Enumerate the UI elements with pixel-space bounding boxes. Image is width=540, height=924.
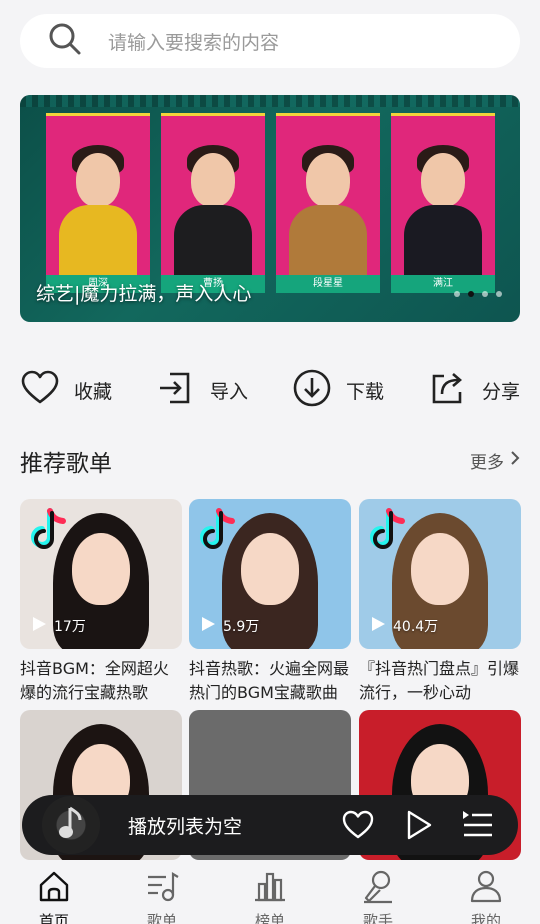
favorite-button[interactable]: 收藏 — [20, 368, 112, 412]
home-screen: 请输入要搜索的内容 周深 曹扬 段星星 满江 综艺|魔力拉满，声入人心 收藏 导入 下… — [0, 0, 540, 924]
banner-decoration — [20, 95, 520, 107]
player-like-button[interactable] — [338, 805, 378, 845]
bottom-tab-bar: 首页 歌单 榜单 歌手 我的 — [0, 862, 540, 924]
play-count: 40.4万 — [369, 615, 438, 637]
play-count-value: 17万 — [54, 619, 86, 635]
section-title: 推荐歌单 — [20, 451, 112, 477]
playlist-queue-button[interactable] — [458, 805, 498, 845]
playlist-name: 抖音热歌：火遍全网最热门的BGM宝藏歌曲 — [189, 659, 350, 702]
share-label: 分享 — [481, 380, 520, 403]
banner-artist-card: 满江 — [391, 113, 495, 293]
tab-profile[interactable]: 我的 — [432, 862, 540, 924]
import-icon — [156, 368, 196, 412]
playlist-card[interactable]: 40.4万『抖音热门盘点』引爆流行，一秒心动 — [359, 499, 521, 705]
tab-home[interactable]: 首页 — [0, 862, 108, 924]
home-icon — [36, 864, 72, 908]
playlist-icon — [144, 864, 180, 908]
tab-label: 首页 — [38, 912, 69, 924]
share-button[interactable]: 分享 — [428, 368, 520, 412]
more-link[interactable]: 更多 — [470, 448, 520, 473]
play-icon — [30, 615, 48, 637]
tiktok-logo-icon — [369, 507, 409, 553]
download-button[interactable]: 下载 — [292, 368, 384, 412]
carousel-dot[interactable] — [482, 291, 488, 297]
play-icon — [369, 615, 387, 637]
import-label: 导入 — [209, 380, 248, 403]
import-button[interactable]: 导入 — [156, 368, 248, 412]
player-status: 播放列表为空 — [128, 815, 243, 838]
search-bar[interactable]: 请输入要搜索的内容 — [20, 14, 520, 68]
tab-label: 我的 — [470, 912, 501, 924]
artist-photo — [59, 145, 137, 293]
tab-label: 歌单 — [146, 912, 177, 924]
play-count-value: 5.9万 — [223, 619, 260, 635]
download-label: 下载 — [345, 380, 384, 403]
favorite-label: 收藏 — [74, 380, 113, 403]
banner-caption: 综艺|魔力拉满，声入人心 — [36, 283, 252, 305]
playlist-card[interactable]: 17万抖音BGM：全网超火爆的流行宝藏热歌 — [20, 499, 182, 705]
chevron-right-icon — [510, 450, 520, 471]
play-count-value: 40.4万 — [393, 619, 439, 635]
artist-photo — [289, 145, 367, 293]
banner-artist-card: 段星星 — [276, 113, 380, 293]
artist-photo — [404, 145, 482, 293]
album-disc — [42, 796, 100, 854]
carousel-dot[interactable] — [454, 291, 460, 297]
play-button[interactable] — [398, 805, 438, 845]
banner-carousel[interactable]: 周深 曹扬 段星星 满江 综艺|魔力拉满，声入人心 — [20, 95, 520, 322]
tab-label: 榜单 — [254, 912, 285, 924]
tab-playlist[interactable]: 歌单 — [108, 862, 216, 924]
tab-charts[interactable]: 榜单 — [216, 862, 324, 924]
tiktok-logo-icon — [30, 507, 70, 553]
queue-list-icon — [458, 811, 498, 849]
play-count: 17万 — [30, 615, 86, 637]
artist-photo — [174, 145, 252, 293]
playlist-card[interactable]: 5.9万抖音热歌：火遍全网最热门的BGM宝藏歌曲 — [189, 499, 351, 705]
playlist-cover: 17万 — [20, 499, 182, 649]
carousel-dot[interactable] — [496, 291, 502, 297]
music-note-icon — [58, 806, 84, 844]
heart-icon — [20, 368, 60, 412]
search-icon — [48, 22, 82, 60]
carousel-dot[interactable] — [468, 291, 474, 297]
carousel-indicator — [454, 291, 502, 297]
more-label: 更多 — [470, 453, 504, 473]
search-placeholder: 请输入要搜索的内容 — [108, 31, 280, 54]
play-icon — [199, 615, 217, 637]
banner-artist-card: 周深 — [46, 113, 150, 293]
playlist-cover: 40.4万 — [359, 499, 521, 649]
heart-icon — [338, 810, 378, 849]
profile-icon — [468, 864, 504, 908]
singer-icon — [360, 864, 396, 908]
download-icon — [292, 368, 332, 412]
mini-player[interactable]: 播放列表为空 — [22, 795, 518, 855]
banner-artist-card: 曹扬 — [161, 113, 265, 293]
tab-label: 歌手 — [362, 912, 393, 924]
quick-actions: 收藏 导入 下载 分享 — [20, 362, 520, 418]
playlist-cover: 5.9万 — [189, 499, 351, 649]
share-icon — [428, 368, 468, 412]
tab-singers[interactable]: 歌手 — [324, 862, 432, 924]
chart-icon — [252, 864, 288, 908]
playlist-name: 抖音BGM：全网超火爆的流行宝藏热歌 — [20, 659, 169, 702]
play-count: 5.9万 — [199, 615, 259, 637]
play-icon — [398, 810, 438, 849]
playlist-name: 『抖音热门盘点』引爆流行，一秒心动 — [359, 659, 520, 702]
artist-name-tag: 段星星 — [276, 275, 380, 293]
tiktok-logo-icon — [199, 507, 239, 553]
